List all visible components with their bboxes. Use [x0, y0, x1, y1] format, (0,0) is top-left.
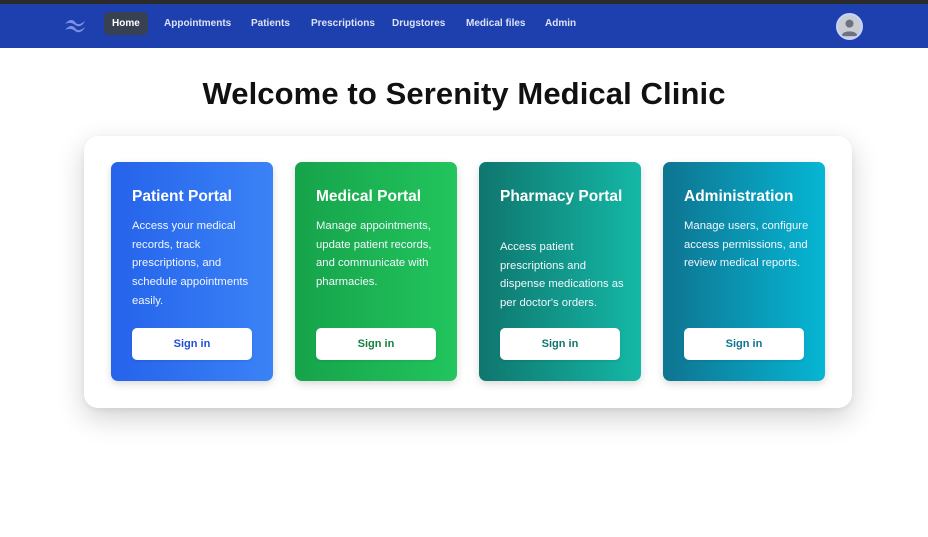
nav-admin[interactable]: Admin	[537, 12, 584, 35]
user-avatar-icon[interactable]	[836, 13, 863, 40]
medical-sign-in-button[interactable]: Sign in	[316, 328, 436, 360]
nav-drugstores[interactable]: Drugstores	[384, 12, 453, 35]
nav-patients[interactable]: Patients	[243, 12, 298, 35]
nav-medical-files[interactable]: Medical files	[458, 12, 533, 35]
card-description: Manage users, configure access permissio…	[684, 220, 809, 270]
medical-portal-card: Medical Portal Manage appointments, upda…	[295, 162, 457, 381]
tailwind-wave-icon[interactable]	[62, 16, 88, 36]
top-navbar: Home Appointments Patients Prescriptions…	[0, 4, 928, 48]
patient-portal-card: Patient Portal Access your medical recor…	[111, 162, 273, 381]
nav-prescriptions[interactable]: Prescriptions	[303, 12, 383, 35]
card-description: Access your medical records, track presc…	[132, 220, 249, 307]
patient-sign-in-button[interactable]: Sign in	[132, 328, 252, 360]
administration-card: Administration Manage users, configure a…	[663, 162, 825, 381]
pharmacy-sign-in-button[interactable]: Sign in	[500, 328, 620, 360]
card-description: Access patient prescriptions and dispens…	[500, 241, 624, 310]
card-title: Pharmacy Portal	[500, 188, 623, 205]
card-description: Manage appointments, update patient reco…	[316, 220, 432, 289]
card-title: Administration	[684, 188, 794, 205]
person-icon	[838, 15, 861, 38]
nav-home[interactable]: Home	[104, 12, 148, 35]
page-title: Welcome to Serenity Medical Clinic	[202, 76, 726, 111]
admin-sign-in-button[interactable]: Sign in	[684, 328, 804, 360]
card-title: Medical Portal	[316, 188, 422, 205]
card-title: Patient Portal	[132, 188, 232, 205]
pharmacy-portal-card: Pharmacy Portal Access patient prescript…	[479, 162, 641, 381]
nav-appointments[interactable]: Appointments	[156, 12, 239, 35]
